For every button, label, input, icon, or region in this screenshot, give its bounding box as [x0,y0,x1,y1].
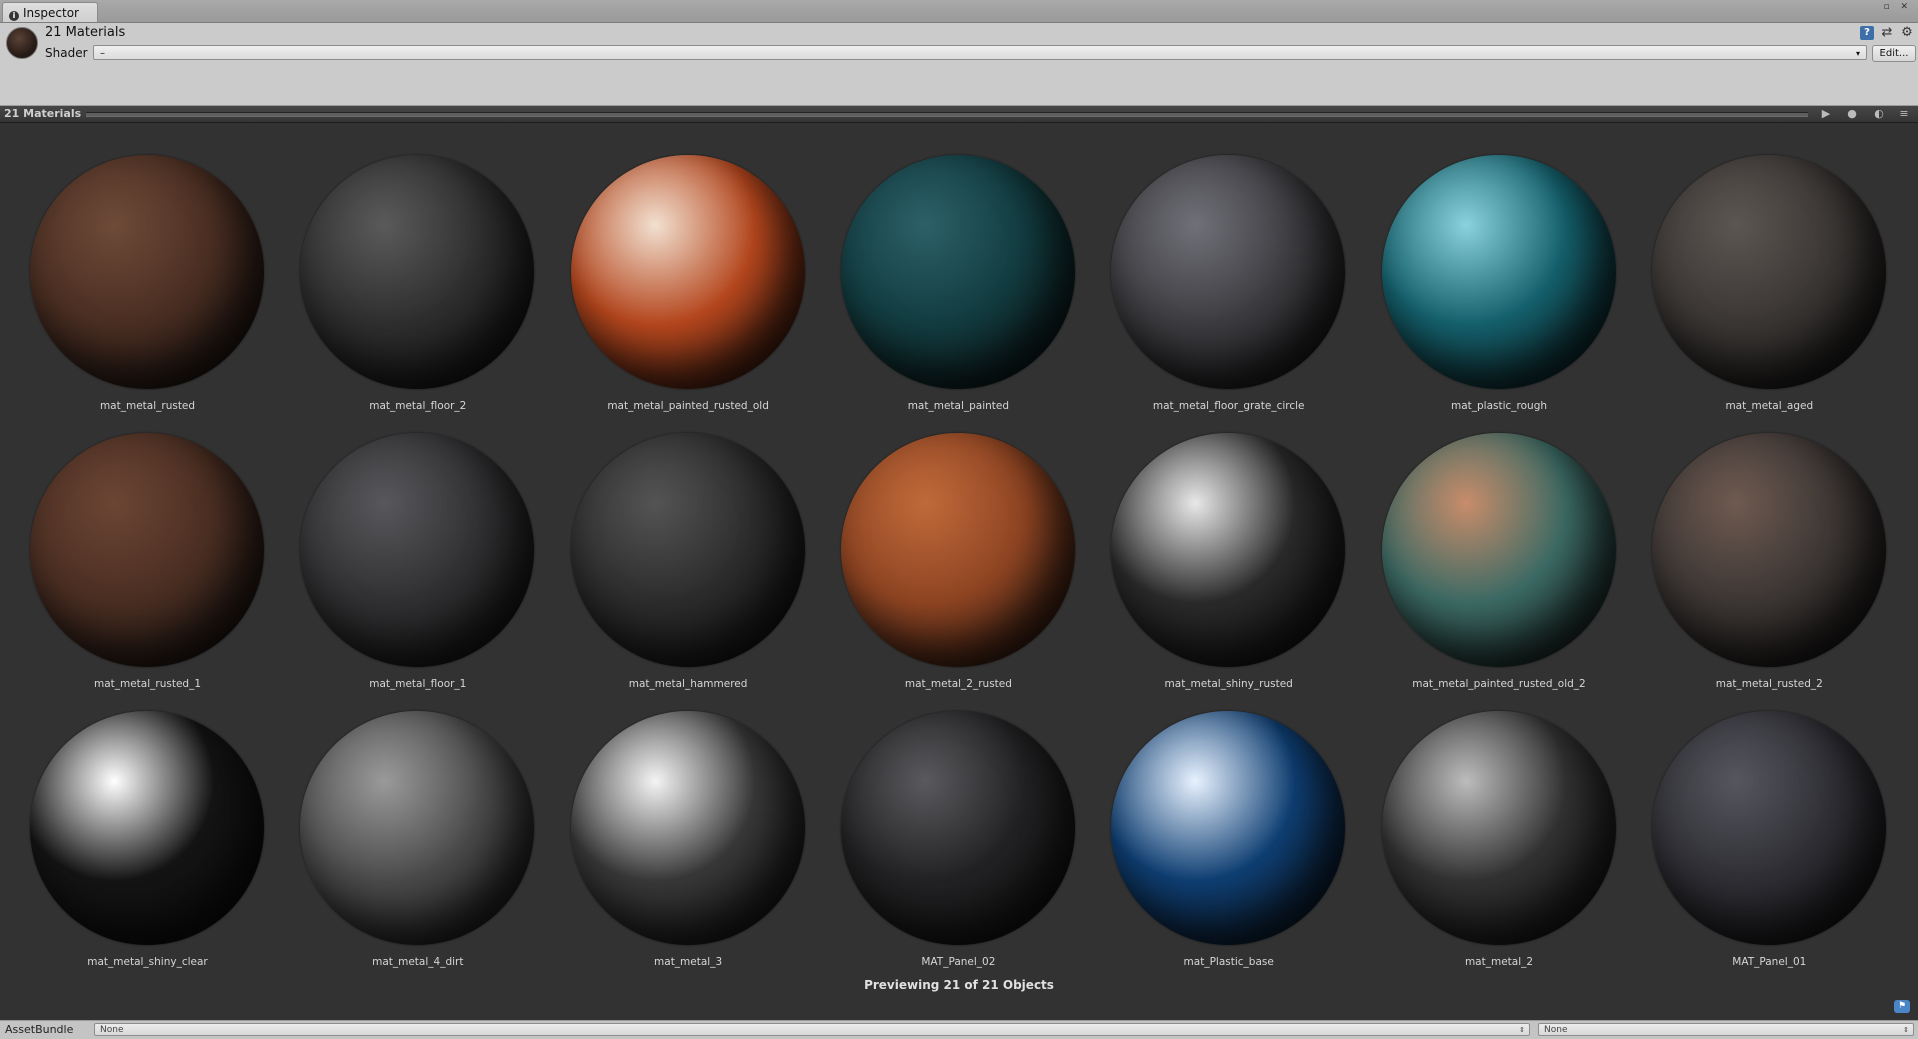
help-icon[interactable]: ? [1860,26,1874,40]
label-tag-icon[interactable]: ⚑ [1894,1000,1910,1013]
shader-dropdown[interactable]: – ▾ [93,45,1867,60]
material-sphere-preview [1381,433,1616,667]
material-name: MAT_Panel_02 [921,956,996,968]
play-icon[interactable]: ▶ [1816,106,1836,122]
material-tile[interactable]: mat_metal_floor_2 [270,123,540,412]
material-tile[interactable]: mat_metal_2 [1352,679,1622,968]
material-tile[interactable]: mat_metal_shiny_clear [0,679,270,968]
assetbundle-value: None [100,1025,124,1035]
material-tile[interactable]: mat_metal_painted_rusted_old_2 [1352,401,1622,690]
material-sphere-preview [840,711,1075,945]
material-tile[interactable]: mat_metal_2_rusted [811,401,1081,690]
assetbundle-label: AssetBundle [5,1023,74,1036]
material-sphere-preview [300,433,535,667]
material-name: mat_metal_3 [654,956,723,968]
menu-icon[interactable]: ≡ [1894,106,1914,122]
material-sphere-preview [1651,155,1886,389]
assetbundle-dropdown[interactable]: None ⇕ [94,1023,1530,1036]
gear-icon[interactable]: ⚙ [1900,26,1914,40]
material-name: mat_metal_4_dirt [372,956,464,968]
assetbundle-variant-value: None [1544,1025,1568,1035]
material-sphere-preview [1651,433,1886,667]
material-sphere-preview [300,155,535,389]
material-thumbnail [6,27,38,59]
header-icons: ? ⇄ ⚙ [1860,26,1914,40]
material-tile[interactable]: MAT_Panel_01 [1622,679,1892,968]
assetbundle-bar: AssetBundle None ⇕ None ⇕ [0,1020,1918,1039]
material-tile[interactable]: mat_metal_painted [811,123,1081,412]
shader-value: – [100,48,105,59]
material-sphere-preview [840,155,1075,389]
info-icon: i [9,11,19,21]
edit-shader-button[interactable]: Edit... [1872,45,1916,62]
chevron-updown-icon: ⇕ [1519,1026,1525,1034]
material-tile[interactable]: mat_metal_painted_rusted_old [541,123,811,412]
tab-bar: i Inspector ▫ ✕ [0,0,1918,23]
material-sphere-preview [570,711,805,945]
material-tile[interactable]: mat_metal_hammered [541,401,811,690]
chevron-updown-icon: ⇕ [1903,1026,1909,1034]
material-tile[interactable]: mat_metal_4_dirt [270,679,540,968]
shader-label: Shader [45,46,88,60]
material-tile[interactable]: mat_metal_floor_grate_circle [1081,123,1351,412]
material-name: mat_metal_shiny_clear [87,956,208,968]
material-sphere-preview [1651,711,1886,945]
tab-inspector[interactable]: i Inspector [2,2,98,22]
material-tile[interactable]: mat_metal_floor_1 [270,401,540,690]
material-sphere-preview [570,155,805,389]
material-sphere-preview [1111,155,1346,389]
header-title: 21 Materials [45,25,126,40]
material-sphere-preview [30,155,264,389]
material-name: mat_metal_2 [1464,956,1534,968]
material-preview-grid: mat_metal_rusted mat_metal_floor_2 mat_met… [0,123,1918,1020]
tab-inspector-label: Inspector [23,6,79,20]
material-tile[interactable]: MAT_Panel_02 [811,679,1081,968]
material-sphere-preview [30,711,264,945]
material-tile[interactable]: mat_metal_shiny_rusted [1081,401,1351,690]
preview-header: 21 Materials ▶ ● ◐ ≡ [0,106,1918,123]
inspector-header: 21 Materials ? ⇄ ⚙ Shader – ▾ Edit... [0,23,1918,106]
material-tile[interactable]: mat_Plastic_base [1081,679,1351,968]
material-sphere-preview [300,711,535,945]
material-tile[interactable]: mat_metal_3 [541,679,811,968]
light-icon[interactable]: ◐ [1868,106,1890,122]
assetbundle-variant-dropdown[interactable]: None ⇕ [1538,1023,1914,1036]
material-sphere-preview [570,433,805,667]
window-controls[interactable]: ▫ ✕ [1883,2,1912,12]
material-sphere-preview [1381,711,1616,945]
material-tile[interactable]: mat_metal_rusted [0,123,270,412]
material-sphere-preview [1381,155,1616,389]
material-tile[interactable]: mat_metal_aged [1622,123,1892,412]
material-name: MAT_Panel_01 [1732,956,1807,968]
preview-count: Previewing 21 of 21 Objects [864,978,1054,992]
material-name: mat_Plastic_base [1183,956,1274,968]
material-sphere-preview [840,433,1075,667]
preset-icon[interactable]: ⇄ [1880,26,1894,40]
sphere-icon[interactable]: ● [1842,106,1862,122]
material-sphere-preview [1111,433,1346,667]
chevron-down-icon: ▾ [1855,49,1860,58]
material-sphere-preview [30,433,264,667]
material-tile[interactable]: mat_metal_rusted_2 [1622,401,1892,690]
material-tile[interactable]: mat_plastic_rough [1352,123,1622,412]
preview-resize-handle[interactable] [86,112,1808,117]
material-sphere-preview [1111,711,1346,945]
material-tile[interactable]: mat_metal_rusted_1 [0,401,270,690]
preview-title: 21 Materials [4,107,82,120]
